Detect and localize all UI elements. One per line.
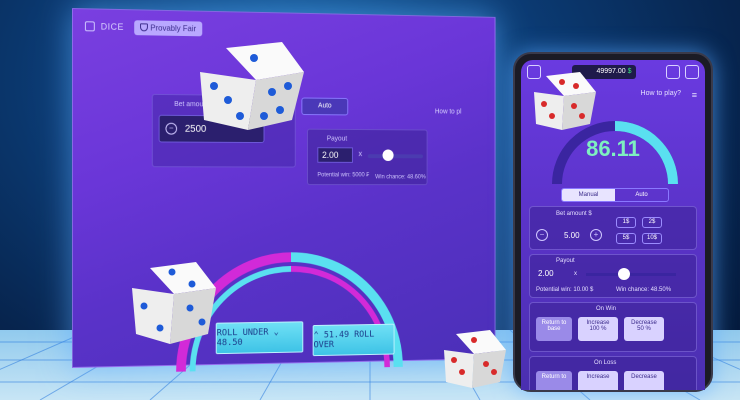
mode-tabs: Manual Auto (561, 188, 669, 202)
currency-symbol: $ (627, 68, 632, 75)
potential-win-label: Potential win: 10.00 $ (536, 287, 594, 293)
win-chance-label: Win chance: 48.50% (616, 287, 672, 293)
on-win-label: On Win (596, 306, 617, 312)
increase-bet-button[interactable]: + (590, 229, 602, 241)
return-to-base-button[interactable]: Return to base (536, 317, 572, 341)
bet-amount-label: Bet amount $ (556, 211, 592, 217)
potential-win-label: Potential win: 5000 ₣ (317, 172, 370, 179)
payout-multiplier-symbol: x (574, 271, 577, 277)
shield-icon (139, 23, 148, 32)
payout-slider-handle[interactable] (382, 149, 394, 162)
tab-manual[interactable]: Manual (562, 189, 615, 201)
payout-slider-track[interactable] (586, 273, 676, 276)
die-blue-large-icon (200, 42, 304, 130)
how-to-play-link[interactable]: How to pl (435, 109, 462, 116)
percent-sign: % (601, 326, 607, 332)
decrease-value: 50 (637, 326, 644, 332)
decrease-on-win-field[interactable]: Decrease 50 % (624, 317, 664, 341)
payout-slider-track[interactable] (367, 154, 423, 159)
increase-on-loss-field[interactable]: Increase (578, 371, 618, 390)
decrease-on-loss-field[interactable]: Decrease (624, 371, 664, 390)
user-icon[interactable] (666, 65, 680, 79)
on-win-section: On Win Return to base Increase 100 % Dec… (529, 302, 697, 352)
increase-value: 100 (589, 326, 600, 332)
payout-input[interactable]: 2.00 (317, 147, 353, 163)
roll-result-value: 86.11 (586, 136, 640, 161)
payout-label: Payout (326, 135, 348, 143)
decrease-bet-button[interactable]: − (165, 122, 178, 135)
menu-icon[interactable]: ≡ (692, 90, 697, 100)
roll-under-button[interactable]: ROLL UNDER ⌄ 48.50 (215, 321, 304, 355)
bet-amount-value[interactable]: 5.00 (564, 231, 580, 240)
payout-section: Payout 2.00 x Potential win: 10.00 $ Win… (529, 254, 697, 298)
quick-bet-10-button[interactable]: 10$ (642, 233, 662, 244)
how-to-play-link[interactable]: How to play? (641, 90, 681, 97)
decrease-label: Decrease (631, 320, 657, 326)
on-loss-label: On Loss (594, 360, 617, 366)
wallet-icon[interactable] (685, 65, 699, 79)
die-red-phone-icon (534, 72, 596, 130)
win-chance-label: Win chance: 48.60% (375, 174, 426, 181)
quick-bet-1-button[interactable]: 1$ (616, 217, 636, 228)
percent-sign: % (645, 326, 651, 332)
provably-fair-label: Provably Fair (150, 23, 197, 33)
roll-over-button[interactable]: ⌃ 51.49 ROLL OVER (312, 323, 395, 357)
on-loss-section: On Loss Return to Increase Decrease (529, 356, 697, 390)
quick-bet-5-button[interactable]: 5$ (616, 233, 636, 244)
dice-logo-icon (84, 21, 95, 32)
balance-value: 49997.00 (596, 68, 626, 75)
die-blue-medium-icon (132, 262, 216, 344)
payout-multiplier-symbol: x (358, 149, 363, 159)
decrease-bet-button[interactable]: − (536, 229, 548, 241)
provably-fair-button[interactable]: Provably Fair (133, 19, 202, 36)
payout-panel: Payout 2.00 x Potential win: 5000 ₣ Win … (307, 128, 428, 186)
payout-label: Payout (556, 258, 575, 264)
payout-value[interactable]: 2.00 (538, 269, 554, 278)
return-to-base-loss-button[interactable]: Return to (536, 371, 572, 390)
die-red-small-icon (444, 330, 506, 388)
increase-on-win-field[interactable]: Increase 100 % (578, 317, 618, 341)
payout-slider-handle[interactable] (618, 268, 630, 280)
app-name: DICE (100, 21, 124, 32)
tab-auto[interactable]: Auto (615, 189, 668, 201)
quick-bet-2-button[interactable]: 2$ (642, 217, 662, 228)
tab-auto[interactable]: Auto (301, 97, 349, 116)
bet-amount-section: Bet amount $ − 5.00 + 1$ 2$ 5$ 10$ (529, 206, 697, 250)
